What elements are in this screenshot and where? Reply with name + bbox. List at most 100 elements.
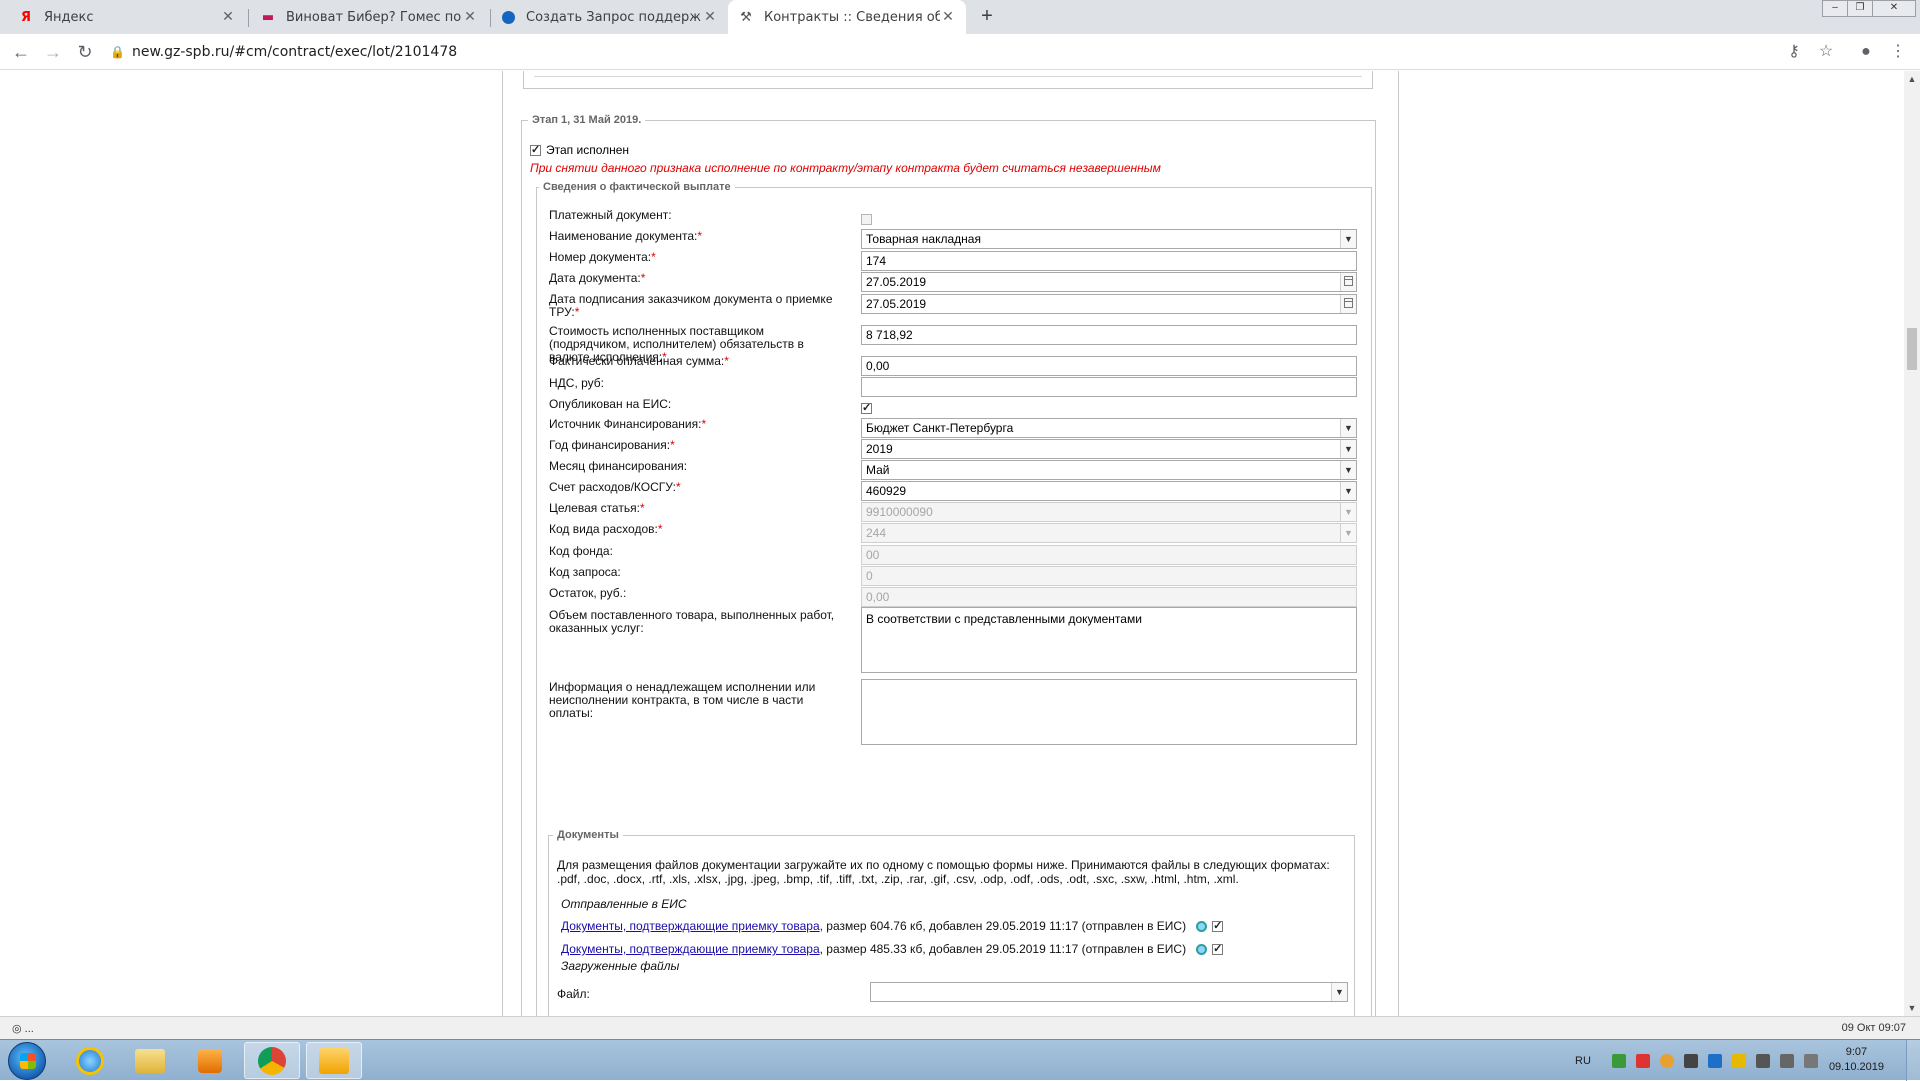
forward-button[interactable]: → — [41, 40, 65, 64]
app-icon[interactable] — [1707, 1053, 1722, 1068]
request-code-label: Код запроса: — [549, 565, 621, 579]
tools-icon: ⚒ — [740, 9, 752, 25]
bookmark-star-icon[interactable]: ☆ — [1814, 40, 1838, 64]
remainder-input: 0,00 — [861, 587, 1357, 607]
required-mark: * — [574, 305, 580, 319]
close-icon[interactable]: ✕ — [702, 9, 718, 25]
tab-separator — [248, 9, 249, 27]
file-select[interactable]: ▼ — [870, 982, 1348, 1002]
reload-button[interactable]: ↻ — [73, 40, 97, 64]
close-icon[interactable]: ✕ — [940, 9, 956, 25]
previous-section-box — [523, 71, 1373, 89]
required-mark: * — [724, 354, 729, 368]
news-icon: ▬ — [261, 9, 275, 25]
clock[interactable]: 9:07 09.10.2019 — [1829, 1045, 1884, 1075]
tab-contracts[interactable]: ⚒ Контракты :: Сведения об испол ✕ — [728, 0, 966, 34]
cost-input[interactable]: 8 718,92 — [861, 325, 1357, 345]
taskbar-media-player[interactable] — [182, 1042, 238, 1079]
chevron-down-icon[interactable]: ▼ — [1340, 482, 1356, 500]
file-checkbox[interactable] — [1212, 919, 1224, 932]
volume-icon[interactable] — [1803, 1053, 1818, 1068]
fin-source-label: Источник Финансирования: — [549, 417, 702, 431]
clock-time: 9:07 — [1845, 1046, 1868, 1058]
fin-year-select[interactable]: 2019 ▼ — [861, 439, 1357, 459]
file-checkbox[interactable] — [1212, 942, 1224, 955]
payment-fieldset: Сведения о фактической выплате Платежный… — [536, 181, 1372, 1016]
language-indicator[interactable]: RU — [1575, 1055, 1591, 1067]
published-checkbox[interactable] — [861, 401, 872, 414]
keyboard-icon[interactable] — [1683, 1053, 1698, 1068]
tab-support[interactable]: Создать Запрос поддержки - Al ✕ — [490, 0, 728, 34]
internet-explorer-icon — [76, 1046, 104, 1075]
target-article-value: 9910000090 — [866, 505, 933, 519]
taskbar-chrome[interactable] — [244, 1042, 300, 1079]
improper-textarea[interactable] — [861, 679, 1357, 745]
lock-icon: 🔒 — [110, 45, 125, 59]
payment-doc-checkbox[interactable] — [861, 214, 872, 225]
doc-number-input[interactable]: 174 — [861, 251, 1357, 271]
fin-month-value: Май — [866, 463, 890, 477]
vat-label: НДС, руб: — [549, 376, 605, 390]
scroll-down-arrow-icon[interactable]: ▼ — [1904, 1000, 1920, 1016]
antivirus-icon[interactable] — [1611, 1053, 1626, 1068]
chevron-down-icon[interactable]: ▼ — [1331, 983, 1347, 1001]
scroll-up-arrow-icon[interactable]: ▲ — [1904, 71, 1920, 87]
tab-yandex[interactable]: Я Яндекс ✕ — [8, 0, 246, 34]
required-mark: * — [640, 271, 646, 285]
browser-toolbar: ← → ↻ 🔒 new.gz-spb.ru/#cm/contract/exec/… — [0, 34, 1920, 70]
doc-name-select[interactable]: Товарная накладная ▼ — [861, 229, 1357, 249]
sent-heading: Отправленные в ЕИС — [561, 897, 687, 911]
key-icon[interactable]: ⚷ — [1782, 40, 1806, 64]
taskbar-outlook[interactable] — [306, 1042, 362, 1079]
fin-source-select[interactable]: Бюджет Санкт-Петербурга ▼ — [861, 418, 1357, 438]
stage-completed-checkbox[interactable] — [530, 143, 541, 156]
url-text: new.gz-spb.ru/#cm/contract/exec/lot/2101… — [132, 44, 458, 60]
scroll-thumb[interactable] — [1907, 328, 1917, 370]
show-desktop-button[interactable] — [1906, 1040, 1920, 1081]
kosgu-select[interactable]: 460929 ▼ — [861, 481, 1357, 501]
network-icon[interactable] — [1779, 1053, 1794, 1068]
fin-month-select[interactable]: Май ▼ — [861, 460, 1357, 480]
signature-icon[interactable] — [1196, 943, 1208, 955]
chevron-down-icon[interactable]: ▼ — [1340, 230, 1356, 248]
menu-icon[interactable]: ⋮ — [1886, 40, 1910, 64]
outlook-tray-icon[interactable] — [1731, 1053, 1746, 1068]
security-icon[interactable] — [1635, 1053, 1650, 1068]
chevron-down-icon[interactable]: ▼ — [1340, 440, 1356, 458]
chevron-down-icon[interactable]: ▼ — [1340, 461, 1356, 479]
close-icon[interactable]: ✕ — [220, 9, 236, 25]
volume-textarea[interactable]: В соответствии с представленными докумен… — [861, 607, 1357, 673]
close-window-button[interactable]: ✕ — [1872, 0, 1916, 17]
calendar-icon[interactable] — [1340, 295, 1356, 313]
tab-title: Виноват Бибер? Гомес показал — [286, 9, 462, 25]
support-icon — [500, 9, 516, 25]
doc-date-input[interactable]: 27.05.2019 — [861, 272, 1357, 292]
doc-name-value: Товарная накладная — [866, 232, 981, 246]
close-icon[interactable]: ✕ — [462, 9, 478, 25]
windows-start-button[interactable] — [8, 1042, 46, 1080]
file-link[interactable]: Документы, подтверждающие приемку товара — [561, 919, 820, 933]
chevron-down-icon[interactable]: ▼ — [1340, 419, 1356, 437]
tab-title: Создать Запрос поддержки - Al — [526, 9, 702, 25]
taskbar-internet-explorer[interactable] — [62, 1042, 118, 1079]
tab-news[interactable]: ▬ Виноват Бибер? Гомес показал ✕ — [250, 0, 488, 34]
minimize-button[interactable]: – — [1822, 0, 1848, 17]
restore-button[interactable]: ❐ — [1847, 0, 1873, 17]
flag-icon[interactable] — [1755, 1053, 1770, 1068]
file-link[interactable]: Документы, подтверждающие приемку товара — [561, 942, 820, 956]
address-bar[interactable]: 🔒 new.gz-spb.ru/#cm/contract/exec/lot/21… — [110, 37, 1790, 67]
calendar-icon[interactable] — [1340, 273, 1356, 291]
new-tab-button[interactable]: + — [975, 5, 999, 29]
request-code-input: 0 — [861, 566, 1357, 586]
taskbar-file-explorer[interactable] — [122, 1042, 178, 1079]
folder-icon — [135, 1048, 165, 1073]
paid-sum-input[interactable]: 0,00 — [861, 356, 1357, 376]
sign-date-input[interactable]: 27.05.2019 — [861, 294, 1357, 314]
profile-icon[interactable]: ● — [1854, 40, 1878, 64]
back-button[interactable]: ← — [9, 40, 33, 64]
vertical-scrollbar[interactable]: ▲ ▼ — [1904, 71, 1920, 1016]
cloud-icon[interactable] — [1659, 1053, 1674, 1068]
required-mark: * — [639, 501, 645, 515]
signature-icon[interactable] — [1196, 920, 1208, 932]
vat-input[interactable] — [861, 377, 1357, 397]
